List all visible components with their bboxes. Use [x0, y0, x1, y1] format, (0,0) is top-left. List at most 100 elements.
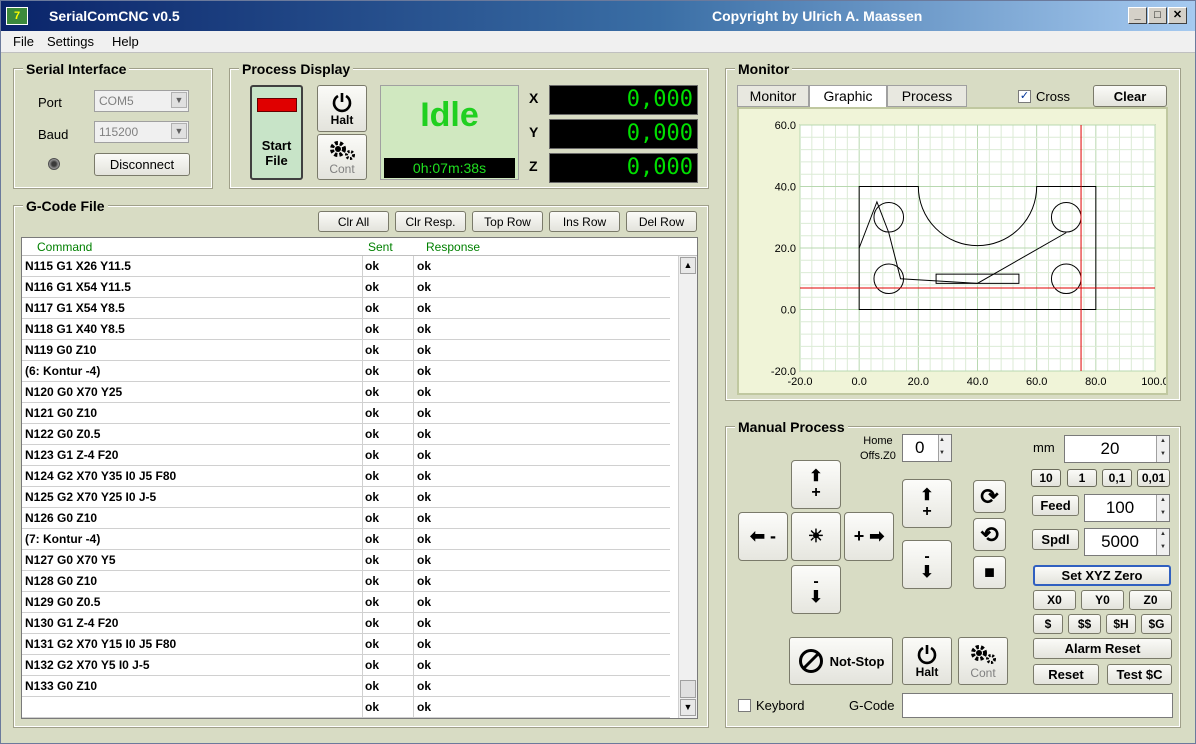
manual-halt-label: Halt [915, 665, 939, 679]
table-row[interactable]: N121 G0 Z10 ok ok [22, 403, 670, 424]
step-1-button[interactable]: 1 [1067, 469, 1097, 487]
insert-row-button[interactable]: Ins Row [549, 211, 620, 232]
menu-help[interactable]: Help [112, 34, 139, 49]
table-row[interactable]: N132 G2 X70 Y5 I0 J-5 ok ok [22, 655, 670, 676]
cross-checkbox[interactable]: ✓ [1018, 90, 1031, 103]
spin-up-icon[interactable]: ▲ [1156, 529, 1169, 542]
spin-down-icon[interactable]: ▼ [1156, 508, 1169, 521]
jog-z-minus-button[interactable]: - ⬇ [902, 540, 952, 589]
set-xyz-zero-button[interactable]: Set XYZ Zero [1033, 565, 1171, 586]
clear-all-button[interactable]: Clr All [318, 211, 389, 232]
table-row[interactable]: N126 G0 Z10 ok ok [22, 508, 670, 529]
cont-button[interactable]: Cont [317, 134, 367, 180]
z0-button[interactable]: Z0 [1129, 590, 1172, 610]
table-row[interactable]: N115 G1 X26 Y11.5 ok ok [22, 256, 670, 277]
gcode-command-input[interactable] [902, 693, 1173, 718]
table-row[interactable]: N124 G2 X70 Y35 I0 J5 F80 ok ok [22, 466, 670, 487]
x0-button[interactable]: X0 [1033, 590, 1076, 610]
spindle-spinner[interactable]: 5000 ▲ ▼ [1084, 528, 1170, 556]
table-row[interactable]: (7: Kontur -4) ok ok [22, 529, 670, 550]
scroll-down-icon[interactable]: ▼ [680, 699, 696, 716]
keyboard-checkbox[interactable] [738, 699, 751, 712]
menu-file[interactable]: File [13, 34, 34, 49]
cmd-double-dollar-button[interactable]: $$ [1068, 614, 1101, 634]
cmd-home-button[interactable]: $H [1106, 614, 1136, 634]
start-label: Start [261, 137, 292, 153]
jog-y-minus-button[interactable]: - ⬇ [791, 565, 841, 614]
jog-z-plus-button[interactable]: ⬆ + [902, 479, 952, 528]
gcode-table[interactable]: Command Sent Response N115 G1 X26 Y11.5 o… [21, 237, 698, 719]
alarm-reset-button[interactable]: Alarm Reset [1033, 638, 1172, 659]
spin-down-icon[interactable]: ▼ [938, 448, 951, 461]
tab-process[interactable]: Process [887, 85, 967, 107]
table-row[interactable]: N118 G1 X40 Y8.5 ok ok [22, 319, 670, 340]
clear-graphic-button[interactable]: Clear [1093, 85, 1167, 107]
minimize-icon[interactable]: _ [1128, 7, 1147, 24]
table-row[interactable]: N127 G0 X70 Y5 ok ok [22, 550, 670, 571]
copyright-text: Copyright by Ulrich A. Maassen [712, 8, 923, 24]
jog-center-button[interactable]: ☀ [791, 512, 841, 561]
maximize-icon[interactable]: □ [1148, 7, 1167, 24]
table-row[interactable]: N133 G0 Z10 ok ok [22, 676, 670, 697]
jog-x-minus-button[interactable]: ⬅ - [738, 512, 788, 561]
manual-halt-button[interactable]: Halt [902, 637, 952, 685]
cell-response: ok [417, 490, 432, 504]
mm-spinner[interactable]: 20 ▲ ▼ [1064, 435, 1170, 463]
y-tick-label: 40.0 [775, 182, 796, 194]
disconnect-button[interactable]: Disconnect [94, 153, 190, 176]
step-0-01-button[interactable]: 0,01 [1137, 469, 1170, 487]
test-check-button[interactable]: Test $C [1107, 664, 1172, 685]
toolpath-plot[interactable]: -20.0 0.0 20.0 40.0 60.0 80.0 100.0 60.0 40.0 20.… [739, 109, 1169, 393]
table-row[interactable]: N130 G1 Z-4 F20 ok ok [22, 613, 670, 634]
jog-x-plus-button[interactable]: + ➡ [844, 512, 894, 561]
spin-up-icon[interactable]: ▲ [1156, 436, 1169, 449]
table-row[interactable]: (6: Kontur -4) ok ok [22, 361, 670, 382]
table-row[interactable]: N122 G0 Z0.5 ok ok [22, 424, 670, 445]
start-file-button[interactable]: Start File [250, 85, 303, 180]
table-row[interactable]: N129 G0 Z0.5 ok ok [22, 592, 670, 613]
table-row[interactable]: N128 G0 Z10 ok ok [22, 571, 670, 592]
vertical-scrollbar[interactable]: ▲ ▼ [678, 256, 697, 718]
close-icon[interactable]: ✕ [1168, 7, 1187, 24]
top-row-button[interactable]: Top Row [472, 211, 543, 232]
reset-button[interactable]: Reset [1033, 664, 1099, 685]
cmd-dollar-button[interactable]: $ [1033, 614, 1063, 634]
delete-row-button[interactable]: Del Row [626, 211, 697, 232]
halt-button[interactable]: Halt [317, 85, 367, 132]
tab-graphic[interactable]: Graphic [809, 85, 887, 108]
spindle-ccw-button[interactable]: ⟲ [973, 518, 1006, 551]
tab-monitor[interactable]: Monitor [737, 85, 809, 107]
gcode-file-title: G-Code File [23, 198, 108, 214]
home-offset-spinner[interactable]: 0 ▲ ▼ [902, 434, 952, 462]
spin-down-icon[interactable]: ▼ [1156, 449, 1169, 462]
table-row[interactable]: N120 G0 X70 Y25 ok ok [22, 382, 670, 403]
scroll-up-icon[interactable]: ▲ [680, 257, 696, 274]
spindle-stop-button[interactable]: ■ [973, 556, 1006, 589]
feed-button[interactable]: Feed [1032, 495, 1079, 516]
clear-response-button[interactable]: Clr Resp. [395, 211, 466, 232]
table-row[interactable]: N116 G1 X54 Y11.5 ok ok [22, 277, 670, 298]
table-row[interactable]: N125 G2 X70 Y25 I0 J-5 ok ok [22, 487, 670, 508]
spindle-button[interactable]: Spdl [1032, 529, 1079, 550]
spin-up-icon[interactable]: ▲ [1156, 495, 1169, 508]
y0-button[interactable]: Y0 [1081, 590, 1124, 610]
menu-settings[interactable]: Settings [47, 34, 94, 49]
baud-select[interactable]: 115200 ▼ [94, 121, 189, 143]
table-row[interactable]: ok ok [22, 697, 670, 718]
cmd-gcode-state-button[interactable]: $G [1141, 614, 1172, 634]
jog-y-plus-button[interactable]: ⬆ + [791, 460, 841, 509]
table-row[interactable]: N117 G1 X54 Y8.5 ok ok [22, 298, 670, 319]
port-select[interactable]: COM5 ▼ [94, 90, 189, 112]
step-0-1-button[interactable]: 0,1 [1102, 469, 1132, 487]
scroll-thumb[interactable] [680, 680, 696, 698]
table-row[interactable]: N123 G1 Z-4 F20 ok ok [22, 445, 670, 466]
manual-cont-button[interactable]: Cont [958, 637, 1008, 685]
spin-down-icon[interactable]: ▼ [1156, 542, 1169, 555]
spindle-cw-button[interactable]: ⟳ [973, 480, 1006, 513]
step-10-button[interactable]: 10 [1031, 469, 1061, 487]
feed-spinner[interactable]: 100 ▲ ▼ [1084, 494, 1170, 522]
not-stop-button[interactable]: Not-Stop [789, 637, 893, 685]
table-row[interactable]: N119 G0 Z10 ok ok [22, 340, 670, 361]
table-row[interactable]: N131 G2 X70 Y15 I0 J5 F80 ok ok [22, 634, 670, 655]
spin-up-icon[interactable]: ▲ [938, 435, 951, 448]
